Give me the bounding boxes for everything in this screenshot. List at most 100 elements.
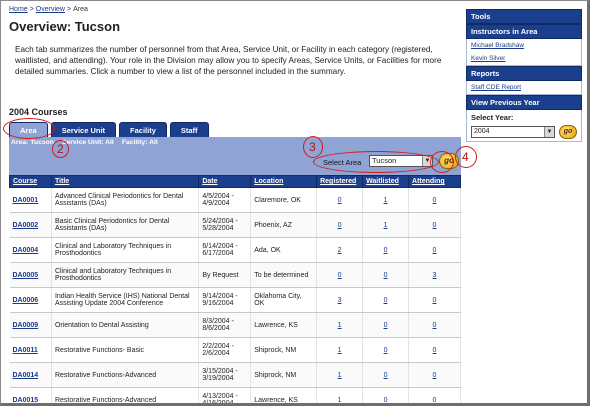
tab-staff[interactable]: Staff [169, 122, 209, 137]
year-go-button[interactable]: go [559, 125, 577, 139]
registered-count-link[interactable]: 1 [338, 397, 342, 404]
col-title[interactable]: Title [50, 175, 200, 188]
sidebar-instructor-link[interactable]: Kevin Silver [466, 52, 582, 66]
table-cell-course: DA0001 [9, 187, 52, 213]
attending-count-link[interactable]: 0 [433, 222, 437, 229]
attending-count-link[interactable]: 0 [433, 247, 437, 254]
course-location: Phoenix, AZ [254, 221, 292, 229]
course-title: Restorative Functions-Advanced [54, 371, 157, 379]
table-cell-title: Basic Clinical Periodontics for Dental A… [51, 212, 200, 238]
chevron-down-icon: ▼ [544, 127, 554, 137]
select-year-label: Select Year: [466, 110, 582, 124]
course-date: 4/13/2004 - 4/16/2004 [202, 393, 238, 406]
course-code-link[interactable]: DA0002 [13, 222, 39, 229]
table-cell-waitlisted: 0 [362, 362, 410, 388]
tab-facility[interactable]: Facility [119, 122, 167, 137]
course-location: Shiprock, NM [254, 346, 297, 354]
breadcrumb-home-link[interactable]: Home [9, 6, 28, 13]
course-location: Lawrence, KS [254, 321, 298, 329]
course-title: Clinical and Laboratory Techniques in Pr… [54, 268, 172, 282]
waitlisted-count-link[interactable]: 0 [384, 397, 388, 404]
annotation-number-3: 3 [309, 140, 316, 154]
table-cell-registered: 0 [316, 212, 364, 238]
sidebar-instructors-heading: Instructors in Area [466, 24, 582, 39]
attending-count-link[interactable]: 3 [433, 272, 437, 279]
registered-count-link[interactable]: 0 [338, 222, 342, 229]
table-cell-location: Oklahoma City, OK [250, 287, 318, 313]
registered-count-link[interactable]: 2 [338, 247, 342, 254]
registered-count-link[interactable]: 1 [338, 347, 342, 354]
table-cell-location: Phoenix, AZ [250, 212, 318, 238]
table-row: DA0005 Clinical and Laboratory Techniques… [9, 262, 461, 288]
table-cell-course: DA0006 [9, 287, 52, 313]
table-cell-date: 6/14/2004 - 6/17/2004 [198, 237, 252, 263]
attending-count-link[interactable]: 0 [433, 372, 437, 379]
course-code-link[interactable]: DA0001 [13, 197, 39, 204]
attending-count-link[interactable]: 0 [433, 322, 437, 329]
table-cell-waitlisted: 0 [362, 337, 410, 363]
registered-count-link[interactable]: 0 [338, 197, 342, 204]
course-code-link[interactable]: DA0005 [13, 272, 39, 279]
sidebar-instructor-link[interactable]: Michael Bradshaw [466, 39, 582, 52]
table-cell-attending: 0 [408, 287, 461, 313]
sidebar-report-link[interactable]: Staff CDE Report [466, 81, 582, 95]
col-waitlisted[interactable]: Waitlisted [362, 175, 410, 188]
waitlisted-count-link[interactable]: 1 [384, 222, 388, 229]
attending-count-link[interactable]: 0 [433, 347, 437, 354]
report-name[interactable]: Staff CDE Report [471, 84, 521, 91]
col-location[interactable]: Location [250, 175, 318, 188]
course-date: By Request [202, 271, 239, 279]
table-cell-date: 5/24/2004 - 5/28/2004 [198, 212, 252, 238]
registered-count-link[interactable]: 3 [338, 297, 342, 304]
col-attending[interactable]: Attending [408, 175, 461, 188]
course-code-link[interactable]: DA0014 [13, 372, 39, 379]
table-cell-title: Restorative Functions-Advanced [51, 387, 200, 404]
course-code-link[interactable]: DA0009 [13, 322, 39, 329]
waitlisted-count-link[interactable]: 0 [384, 347, 388, 354]
col-date[interactable]: Date [198, 175, 252, 188]
attending-count-link[interactable]: 0 [433, 197, 437, 204]
attending-count-link[interactable]: 0 [433, 297, 437, 304]
course-location: To be determined [254, 271, 309, 279]
table-row: DA0002 Basic Clinical Periodontics for De… [9, 212, 461, 238]
breadcrumb-overview-link[interactable]: Overview [36, 6, 65, 13]
instructor-name[interactable]: Kevin Silver [471, 55, 505, 62]
table-cell-date: 8/3/2004 - 8/6/2004 [198, 312, 252, 338]
waitlisted-count-link[interactable]: 0 [384, 297, 388, 304]
table-cell-course: DA0011 [9, 337, 52, 363]
col-course[interactable]: Course [9, 175, 52, 188]
waitlisted-count-link[interactable]: 0 [384, 247, 388, 254]
course-code-link[interactable]: DA0015 [13, 397, 39, 404]
tab-service-unit[interactable]: Service Unit [50, 122, 117, 137]
course-code-link[interactable]: DA0004 [13, 247, 39, 254]
sidebar-reports-heading: Reports [466, 66, 582, 81]
course-title: Restorative Functions-Advanced [54, 396, 157, 404]
col-registered[interactable]: Registered [316, 175, 364, 188]
course-date: 8/3/2004 - 8/6/2004 [202, 318, 234, 332]
annotation-oval-select [313, 151, 439, 173]
filter-facility: Facility: All [121, 139, 158, 146]
table-cell-waitlisted: 0 [362, 287, 410, 313]
table-cell-date: 3/15/2004 - 3/19/2004 [198, 362, 252, 388]
registered-count-link[interactable]: 1 [338, 322, 342, 329]
waitlisted-count-link[interactable]: 0 [384, 322, 388, 329]
course-code-link[interactable]: DA0006 [13, 297, 39, 304]
waitlisted-count-link[interactable]: 0 [384, 372, 388, 379]
table-cell-attending: 0 [408, 237, 461, 263]
table-cell-course: DA0014 [9, 362, 52, 388]
registered-count-link[interactable]: 0 [338, 272, 342, 279]
table-cell-date: By Request [198, 262, 252, 288]
course-code-link[interactable]: DA0011 [13, 347, 38, 354]
table-cell-title: Restorative Functions-Advanced [51, 362, 200, 388]
attending-count-link[interactable]: 0 [433, 397, 437, 404]
filter-summary: Area: Tucson Service Unit: All Facility: A… [11, 139, 166, 146]
registered-count-link[interactable]: 1 [338, 372, 342, 379]
instructor-name[interactable]: Michael Bradshaw [471, 42, 524, 49]
waitlisted-count-link[interactable]: 1 [384, 197, 388, 204]
table-cell-registered: 3 [316, 287, 364, 313]
table-row: DA0001 Advanced Clinical Periodontics for… [9, 187, 461, 213]
course-title: Orientation to Dental Assisting [54, 321, 149, 329]
sidebar-tools-heading: Tools [466, 9, 582, 24]
waitlisted-count-link[interactable]: 0 [384, 272, 388, 279]
select-year-dropdown[interactable]: 2004 ▼ [471, 126, 555, 138]
